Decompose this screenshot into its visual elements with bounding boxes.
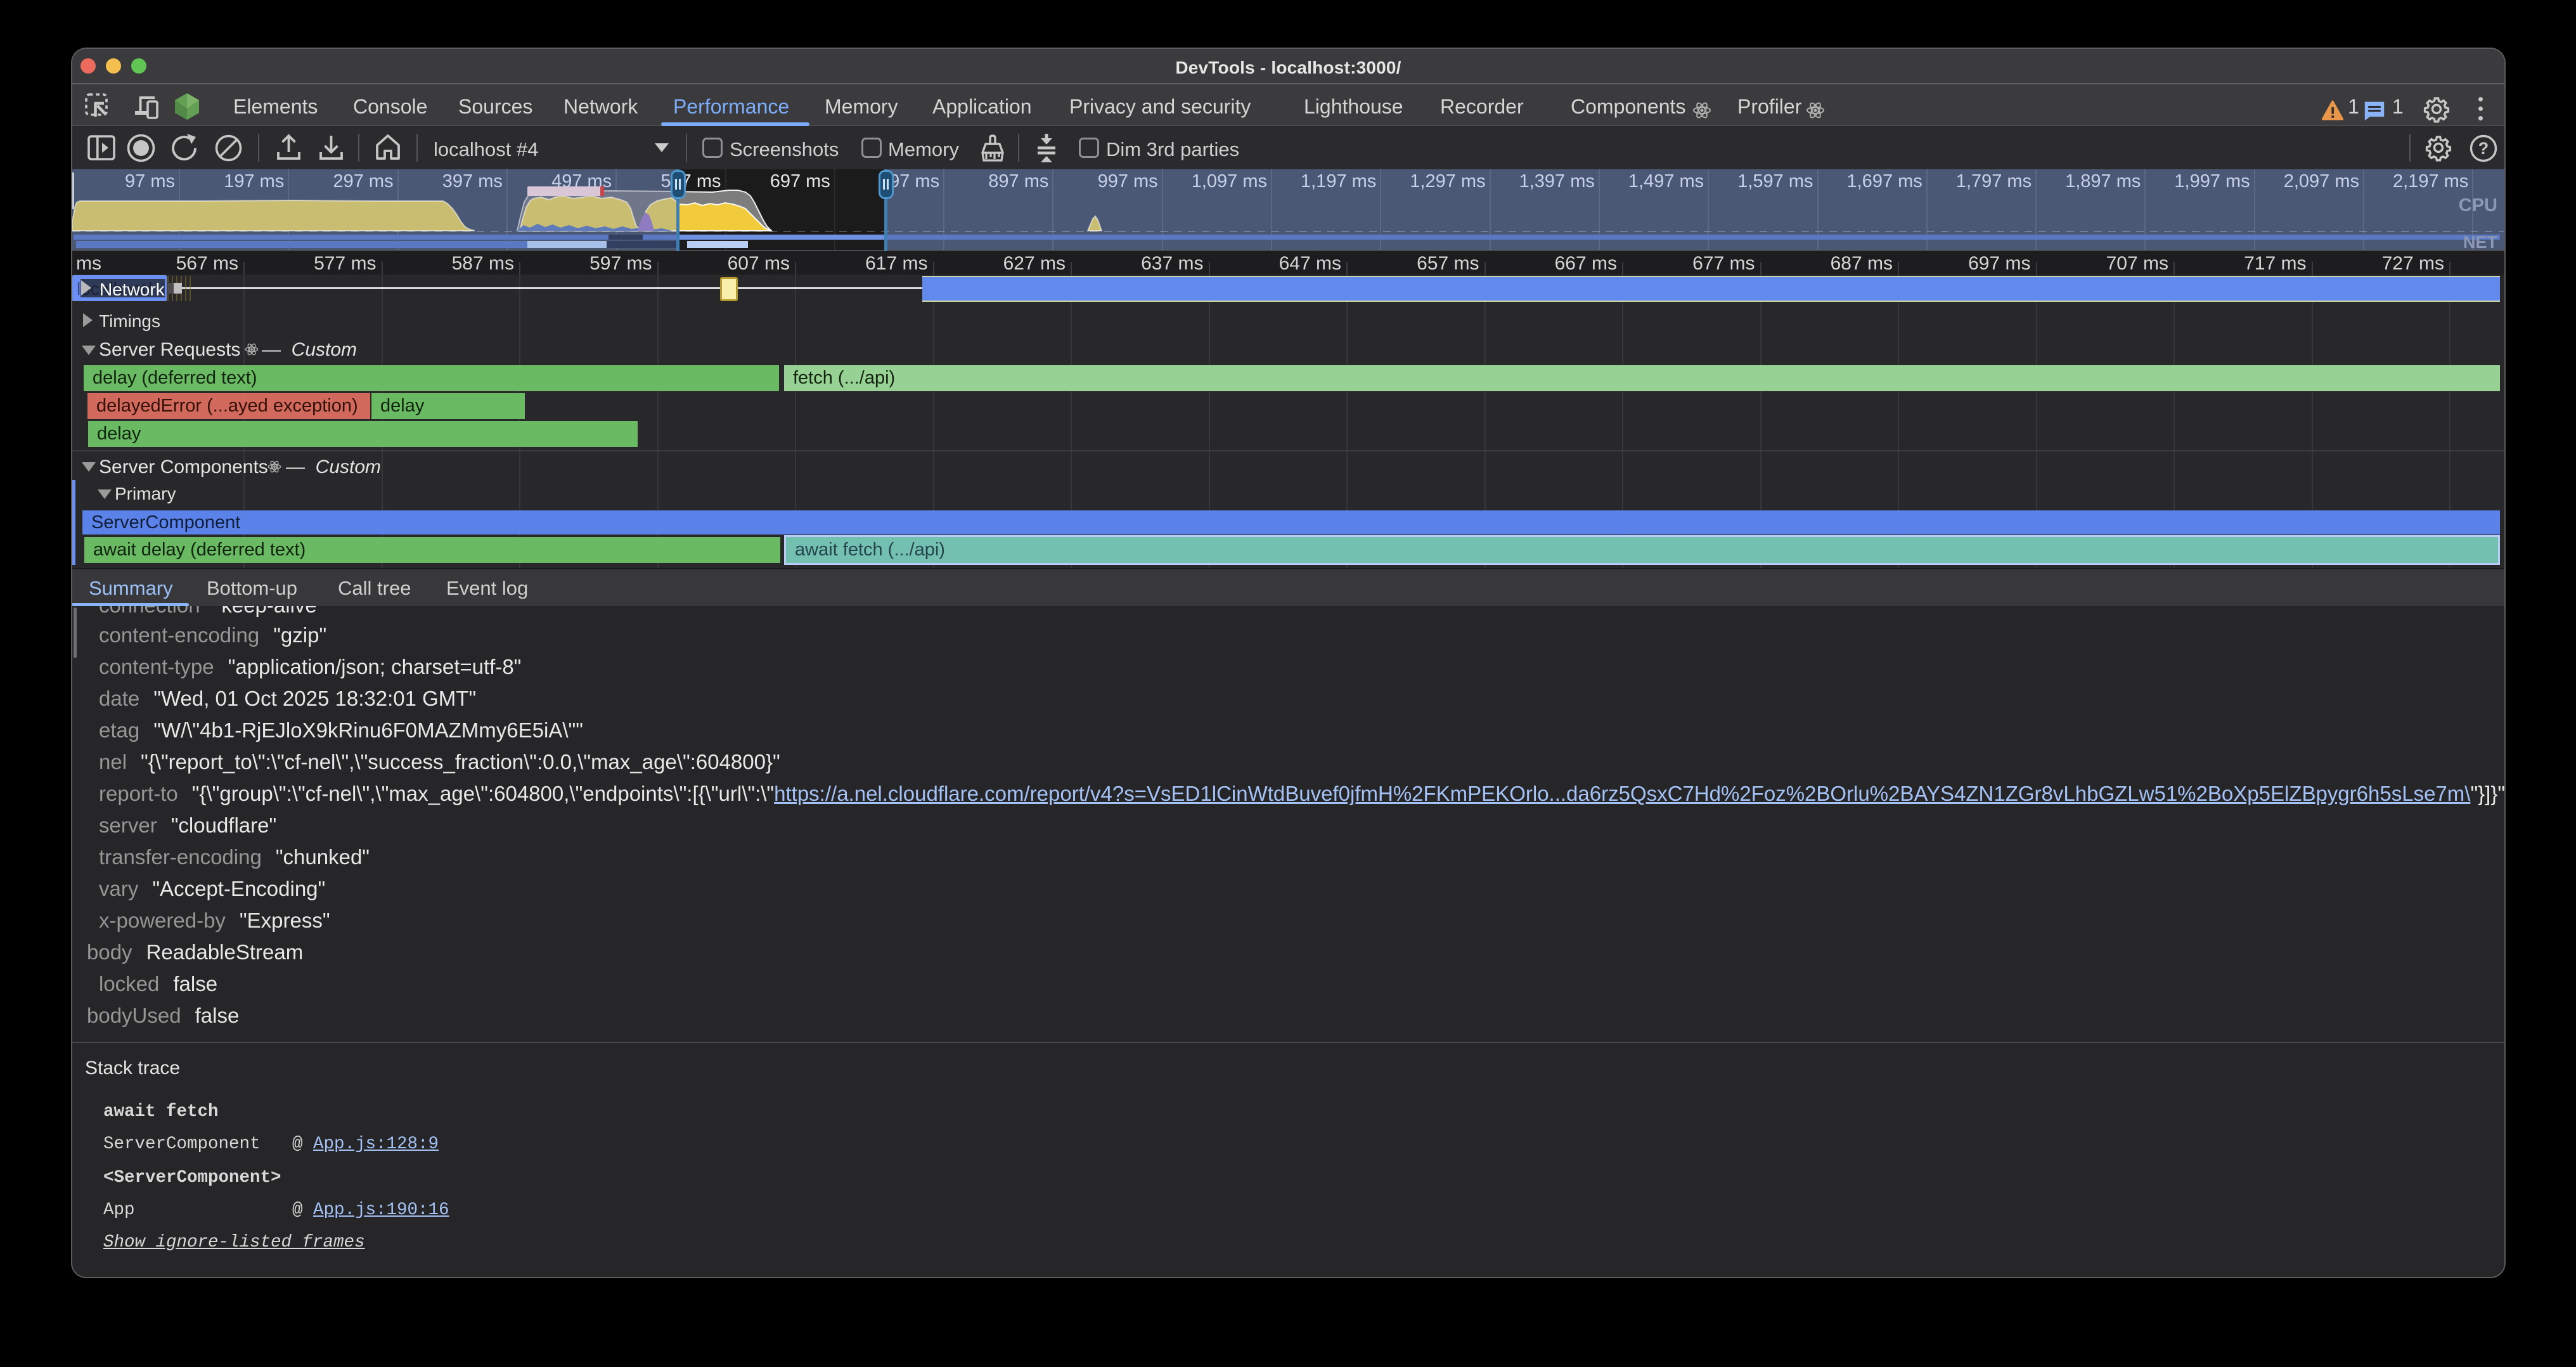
svg-text:?: ? bbox=[2478, 139, 2489, 158]
